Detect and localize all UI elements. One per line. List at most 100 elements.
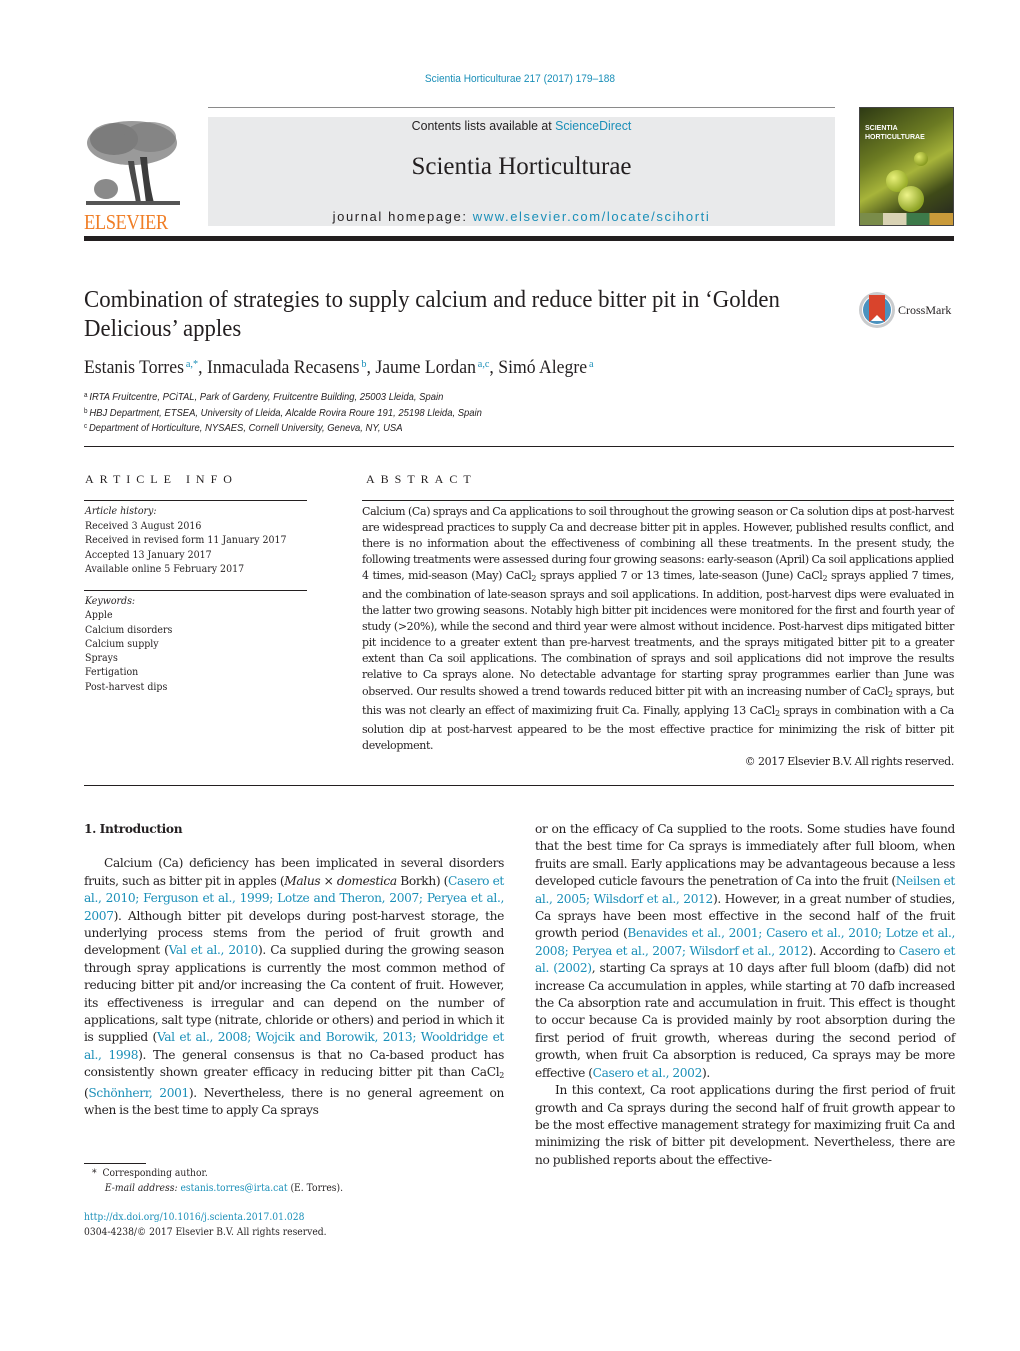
affiliation-text: IRTA Fruitcentre, PCiTAL, Park of Garden… [89,391,444,403]
header-thick-divider [84,236,954,241]
doi-link[interactable]: http://dx.doi.org/10.1016/j.scienta.2017… [84,1212,304,1223]
affiliation-item: a IRTA Fruitcentre, PCiTAL, Park of Garde… [84,389,482,405]
abstract-text: sprays applied 7 or 13 times, late-seaso… [536,569,823,583]
elsevier-wordmark: ELSEVIER [84,210,168,234]
intro-paragraph-continued: or on the efficacy of Ca supplied to the… [535,821,955,1082]
intro-paragraph: In this context, Ca root applications du… [535,1083,955,1167]
body-text: or on the efficacy of Ca supplied to the… [535,822,955,889]
abstract-text: sprays applied 7 times, and the combinat… [362,569,954,698]
body-text: , starting Ca sprays at 10 days after fu… [535,961,956,1080]
abstract-heading: ABSTRACT [366,472,477,486]
affiliation-text: HBJ Department, ETSEA, University of Lle… [89,406,482,419]
abstract-bottom-divider [84,785,954,786]
homepage-prefix: journal homepage: [332,209,473,224]
history-item: Received 3 August 2016 [85,519,202,532]
footnote-star: * [92,1168,97,1179]
keyword-item: Calcium disorders [85,623,173,636]
cover-strip [860,213,953,225]
article-history: Article history: Received 3 August 2016 … [85,504,287,577]
issn-line: 0304-4238/© 2017 Elsevier B.V. All right… [84,1226,327,1238]
history-item: Accepted 13 January 2017 [85,548,212,561]
keywords: Keywords: Apple Calcium disorders Calciu… [85,594,172,694]
keyword-item: Apple [85,609,113,622]
species-name: domestica [336,873,397,888]
author-name[interactable]: Simó Alegre [498,357,587,378]
journal-masthead: Contents lists available at ScienceDirec… [208,117,835,226]
body-text: × [320,873,337,888]
contents-line: Contents lists available at ScienceDirec… [224,118,820,133]
body-text: ). The general consensus is that no Ca-b… [84,1047,504,1080]
article-title: Combination of strategies to supply calc… [84,287,780,342]
footnote-divider [84,1163,146,1164]
author-name[interactable]: Inmaculada Recasens [207,357,360,378]
citation-link[interactable]: Val et al., 2010 [169,943,259,957]
header-top-divider [208,107,835,108]
journal-homepage-link[interactable]: www.elsevier.com/locate/scihorti [473,209,711,224]
species-name: Malus [284,873,321,888]
corresponding-author-note: * Corresponding author. [92,1167,343,1182]
affiliations-divider [84,446,954,447]
email-link[interactable]: estanis.torres@irta.cat [180,1183,287,1194]
email-label: E-mail address: [104,1182,178,1194]
body-column-right: or on the efficacy of Ca supplied to the… [535,821,955,1169]
journal-reference-link[interactable]: Scientia Horticulturae 217 (2017) 179–18… [42,73,999,85]
crossmark-button[interactable]: CrossMark [858,291,958,331]
journal-cover-image[interactable]: SCIENTIA HORTICULTURAE [859,107,954,226]
section-heading: 1. Introduction [84,822,183,836]
author-name[interactable]: Estanis Torres [84,357,184,378]
intro-paragraph: Calcium (Ca) deficiency has been implica… [84,855,504,1119]
citation-link[interactable]: Schönherr, 2001 [88,1086,189,1100]
footnotes: * Corresponding author. E-mail address: … [92,1167,343,1196]
crossmark-label: CrossMark [898,303,952,317]
affiliation-marker[interactable]: a,c [478,358,490,370]
keyword-item: Fertigation [85,666,139,679]
affiliation-item: b HBJ Department, ETSEA, University of Ll… [84,405,482,421]
body-text: ). Ca supplied during the growing season… [84,943,504,1117]
contents-prefix: Contents lists available at [411,118,556,133]
affiliation-mark: b [84,407,88,415]
affiliation-mark: a [84,392,88,399]
email-note: E-mail address: estanis.torres@irta.cat … [92,1182,343,1197]
affiliations: a IRTA Fruitcentre, PCiTAL, Park of Garde… [84,389,482,436]
affiliation-marker[interactable]: b [361,358,366,370]
history-item: Received in revised form 11 January 2017 [85,534,287,546]
footnote-text: Corresponding author. [102,1168,208,1179]
journal-title: Scientia Horticulturae [411,153,632,180]
body-text: ). [702,1065,710,1080]
abstract-body: Calcium (Ca) sprays and Ca applications … [362,504,954,770]
footnote-text: (E. Torres). [287,1182,344,1194]
keyword-item: Post-harvest dips [85,680,168,693]
body-column-left: 1. Introduction Calcium (Ca) deficiency … [84,821,504,1120]
affiliation-item: c Department of Horticulture, NYSAES, Cor… [84,420,482,436]
elsevier-logo[interactable]: ELSEVIER [84,117,186,233]
article-info-heading: ARTICLE INFO [85,472,238,486]
keyword-item: Sprays [85,652,118,665]
affiliation-text: Department of Horticulture, NYSAES, Corn… [88,422,403,434]
author-list: Estanis Torres a,*, Inmaculada Recasens b,… [84,357,594,378]
keywords-divider [84,590,307,591]
olive-fruit-graphic [898,186,924,212]
keywords-label: Keywords: [85,595,136,607]
affiliation-mark: c [84,423,88,430]
article-info-divider [84,500,307,501]
subscript: 2 [499,1071,504,1081]
sciencedirect-link[interactable]: ScienceDirect [555,118,631,133]
body-text: Borkh) ( [396,873,449,888]
keyword-item: Calcium supply [85,637,159,650]
olive-fruit-graphic [914,152,928,166]
abstract-paragraph: Calcium (Ca) sprays and Ca applications … [362,504,954,754]
history-item: Available online 5 February 2017 [85,563,245,575]
elsevier-tree-icon [84,117,182,207]
affiliation-marker[interactable]: a,* [186,358,198,370]
history-label: Article history: [85,505,157,517]
cover-title: SCIENTIA HORTICULTURAE [865,125,925,141]
abstract-divider [362,500,954,501]
citation-link[interactable]: Casero et al., 2002 [593,1066,703,1080]
body-text: ). According to [808,943,899,958]
author-name[interactable]: Jaume Lordan [375,357,476,378]
affiliation-marker[interactable]: a [589,358,594,370]
crossmark-icon [859,292,895,328]
abstract-copyright: © 2017 Elsevier B.V. All rights reserved… [744,754,955,768]
homepage-line: journal homepage: www.elsevier.com/locat… [208,209,835,224]
doi-block: http://dx.doi.org/10.1016/j.scienta.2017… [84,1211,327,1240]
